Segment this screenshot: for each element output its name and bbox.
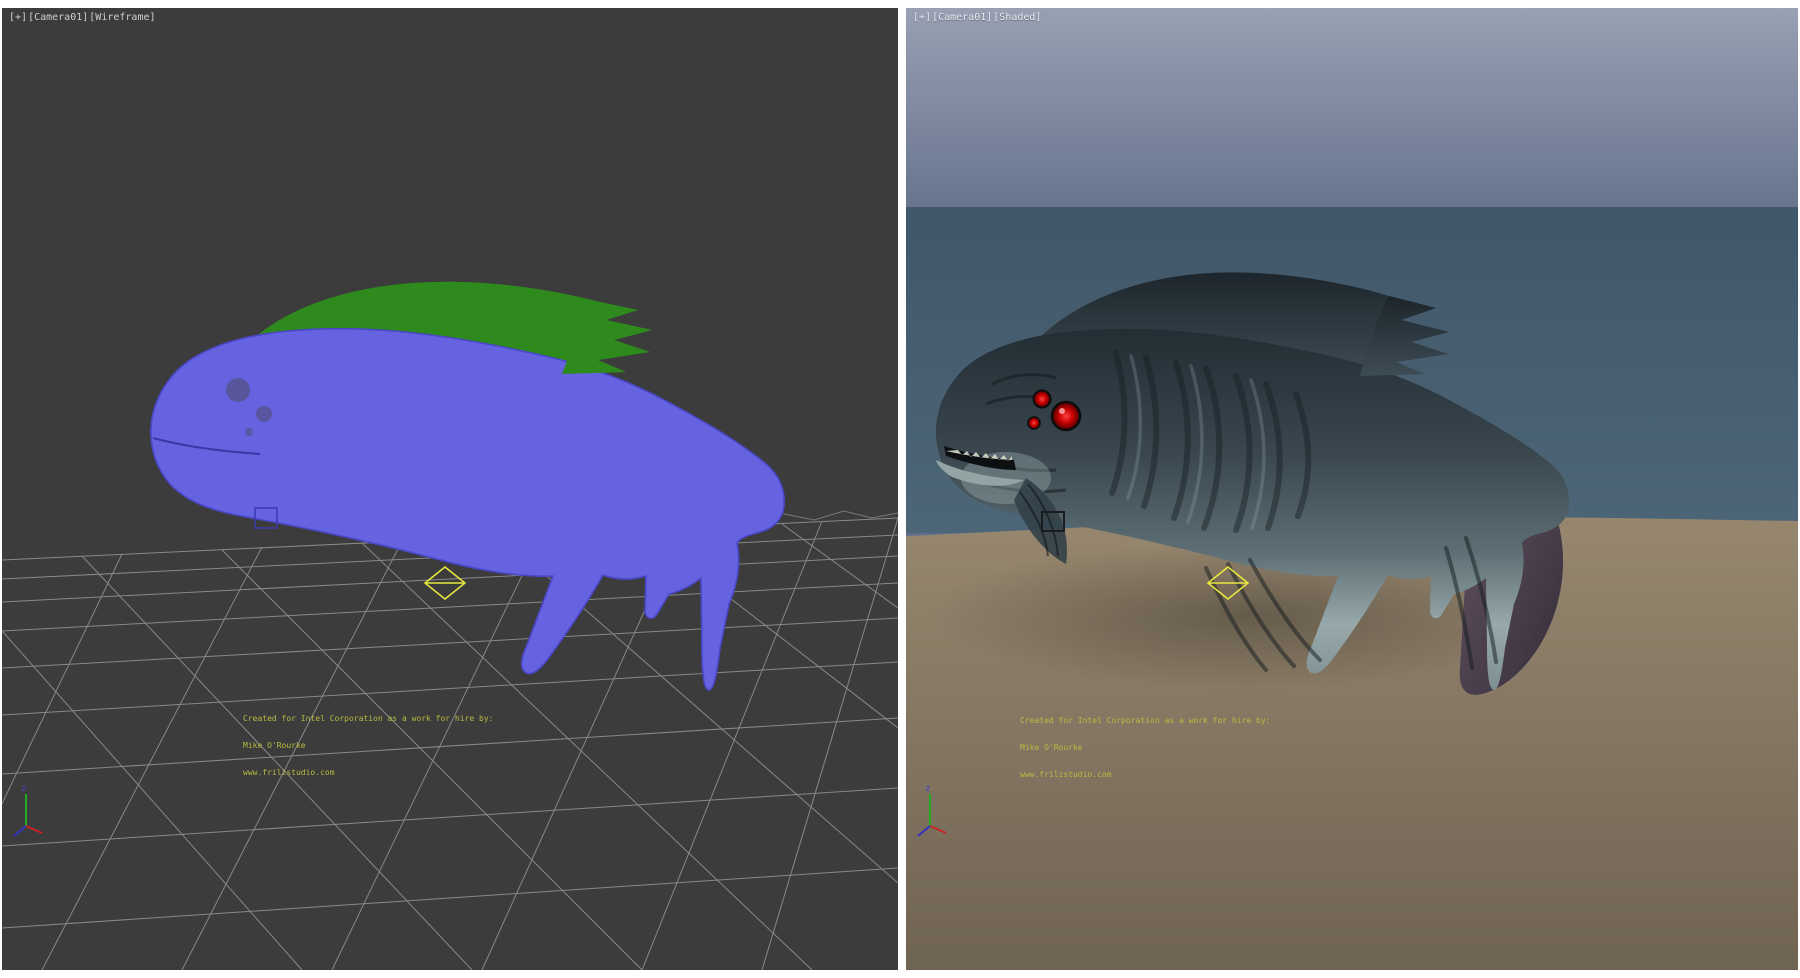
fish-eye-spot xyxy=(256,406,272,422)
viewport-wireframe[interactable]: [+][Camera01][Wireframe] xyxy=(2,8,898,970)
credit-line-2: Mike O'Rourke xyxy=(243,741,493,750)
viewport-menu-pov[interactable]: [Camera01] xyxy=(28,12,88,23)
scene-credit-text: Created for Intel Corporation as a work … xyxy=(243,696,493,795)
viewport-label: [+][Camera01][Wireframe] xyxy=(9,12,157,23)
viewport-menu-general[interactable]: [+] xyxy=(913,12,931,23)
wireframe-scene: z xyxy=(2,8,898,970)
viewport-menu-shading[interactable]: [Shaded] xyxy=(993,12,1041,23)
dual-viewport-canvas: { "viewport_left": { "menu_plus": "[+]",… xyxy=(0,0,1800,978)
viewport-menu-pov[interactable]: [Camera01] xyxy=(932,12,992,23)
world-axis-tripod: z xyxy=(14,784,42,836)
shaded-scene: z xyxy=(906,8,1798,970)
viewport-menu-shading[interactable]: [Wireframe] xyxy=(89,12,155,23)
fish-body-wireframe[interactable] xyxy=(151,329,784,690)
credit-line-3: www.frilzstudio.com xyxy=(243,768,493,777)
axis-z-label: z xyxy=(925,784,930,794)
sky xyxy=(906,8,1798,208)
credit-line-1: Created for Intel Corporation as a work … xyxy=(243,714,493,723)
transform-gizmo[interactable] xyxy=(425,567,465,599)
credit-line-2: Mike O'Rourke xyxy=(1020,743,1270,752)
fish-eye-spot xyxy=(226,378,250,402)
credit-line-3: www.frilzstudio.com xyxy=(1020,770,1270,779)
viewport-menu-general[interactable]: [+] xyxy=(9,12,27,23)
axis-z-label: z xyxy=(21,784,26,794)
viewport-shaded[interactable]: [+][Camera01][Shaded] xyxy=(906,8,1798,970)
scene-credit-text: Created for Intel Corporation as a work … xyxy=(1020,698,1270,797)
viewport-label: [+][Camera01][Shaded] xyxy=(913,12,1042,23)
fish-eye-spot xyxy=(245,428,253,436)
credit-line-1: Created for Intel Corporation as a work … xyxy=(1020,716,1270,725)
